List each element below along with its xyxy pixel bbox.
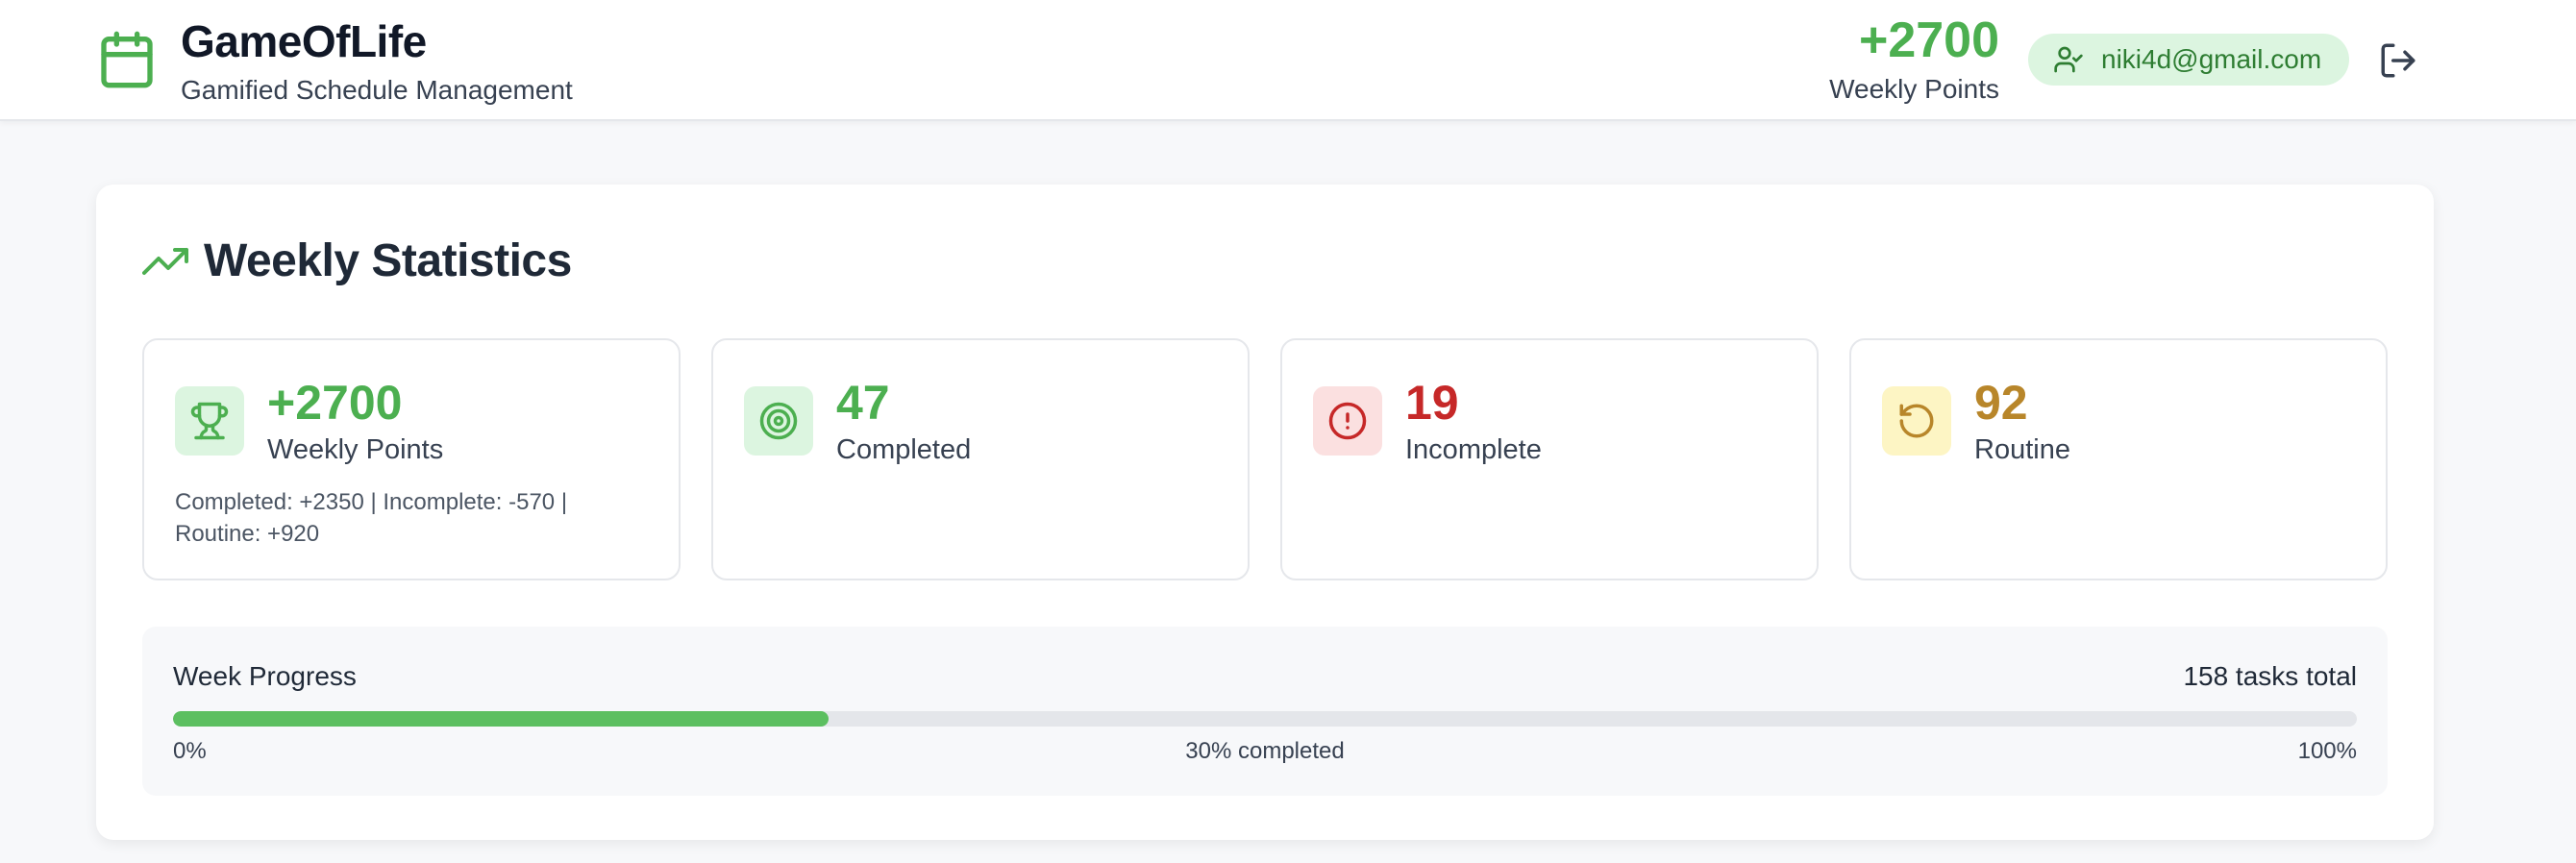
stat-breakdown: Completed: +2350 | Incomplete: -570 | Ro… (175, 489, 568, 547)
stat-value: 47 (836, 376, 890, 430)
alert-circle-icon (1328, 402, 1367, 440)
progress-min-label: 0% (173, 738, 207, 764)
app-title: GameOfLife (181, 16, 427, 66)
stat-icon-box (744, 386, 813, 456)
app-subtitle: Gamified Schedule Management (181, 75, 573, 105)
stat-value: +2700 (267, 376, 403, 430)
section-header: Weekly Statistics (142, 234, 572, 287)
stat-icon-box (1313, 386, 1382, 456)
stat-value: 92 (1974, 376, 2028, 430)
user-check-icon (2054, 46, 2083, 73)
progress-fill (173, 711, 829, 727)
week-progress-panel: Week Progress 158 tasks total 30% comple… (142, 627, 2388, 796)
stat-card-incomplete: 19 Incomplete (1280, 338, 1819, 580)
rotate-ccw-icon (1899, 404, 1934, 438)
trending-up-icon (142, 247, 188, 275)
progress-track (173, 711, 2357, 727)
stat-label: Incomplete (1405, 434, 1542, 465)
user-email: niki4d@gmail.com (2101, 44, 2322, 74)
progress-total: 158 tasks total (2183, 661, 2357, 691)
progress-label: Week Progress (173, 661, 357, 691)
logout-icon[interactable] (2378, 40, 2418, 81)
stat-label: Routine (1974, 434, 2070, 465)
trophy-icon (190, 402, 229, 440)
stat-icon-box (175, 386, 244, 456)
weekly-statistics-card: Weekly Statistics +2700 Weekly Points Co… (96, 185, 2434, 840)
stat-label: Completed (836, 434, 972, 465)
target-icon (759, 402, 798, 440)
header-points-label: Weekly Points (1829, 74, 1999, 104)
stat-icon-box (1882, 386, 1951, 456)
stat-label: Weekly Points (267, 434, 444, 465)
user-chip[interactable]: niki4d@gmail.com (2028, 34, 2349, 86)
stat-card-weekly-points: +2700 Weekly Points Completed: +2350 | I… (142, 338, 681, 580)
stat-value: 19 (1405, 376, 1459, 430)
header-points-value: +2700 (1858, 12, 1999, 68)
progress-max-label: 100% (2297, 738, 2357, 764)
header-weekly-points: +2700 Weekly Points (1829, 12, 1999, 106)
app-header: GameOfLife Gamified Schedule Management … (0, 0, 2576, 121)
section-title: Weekly Statistics (204, 235, 572, 286)
stat-card-completed: 47 Completed (711, 338, 1250, 580)
stat-card-routine: 92 Routine (1849, 338, 2388, 580)
progress-center-label: 30% completed (1185, 738, 1345, 764)
calendar-icon (101, 31, 153, 88)
